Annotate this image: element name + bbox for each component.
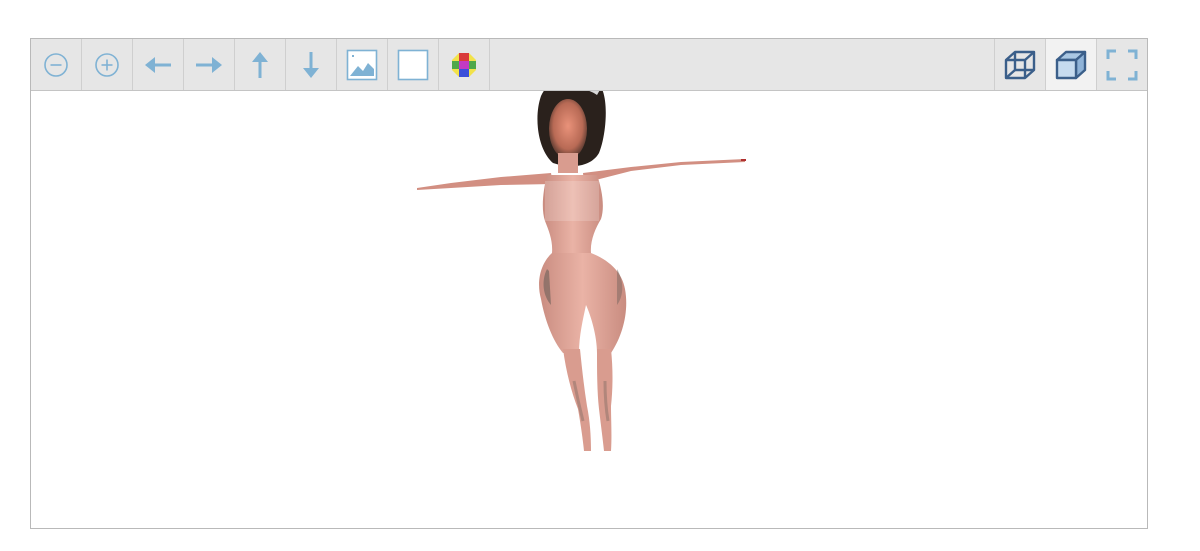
human-model — [417, 91, 746, 451]
solid-cube-icon — [1055, 50, 1087, 79]
pan-left-button[interactable] — [133, 39, 184, 90]
solid-view-button[interactable] — [1045, 39, 1096, 90]
color-cube-icon — [452, 52, 476, 77]
model-hips — [539, 253, 627, 353]
3d-canvas[interactable] — [31, 91, 1147, 528]
pan-up-button[interactable] — [235, 39, 286, 90]
zoom-out-button[interactable] — [31, 39, 82, 90]
toolbar-right-group — [994, 39, 1147, 90]
color-mode-button[interactable] — [439, 39, 490, 90]
model-left-arm — [417, 173, 553, 190]
background-button[interactable] — [388, 39, 439, 90]
model-viewer[interactable] — [30, 38, 1148, 529]
model-right-arm — [583, 159, 745, 183]
pan-down-button[interactable] — [286, 39, 337, 90]
image-snapshot-icon — [346, 49, 378, 80]
zoom-in-button[interactable] — [82, 39, 133, 90]
viewer-toolbar — [31, 39, 1147, 91]
zoom-out-icon — [44, 52, 68, 77]
zoom-in-icon — [95, 52, 119, 77]
wireframe-cube-icon — [1004, 50, 1036, 79]
fullscreen-button[interactable] — [1096, 39, 1147, 90]
background-toggle-icon — [397, 49, 429, 80]
toolbar-left-group — [31, 39, 490, 90]
wireframe-view-button[interactable] — [994, 39, 1045, 90]
pan-left-icon — [145, 56, 171, 73]
snapshot-button[interactable] — [337, 39, 388, 90]
pan-right-button[interactable] — [184, 39, 235, 90]
fullscreen-icon — [1106, 49, 1138, 80]
pan-down-icon — [303, 51, 319, 78]
pan-up-icon — [252, 51, 268, 78]
pan-right-icon — [196, 56, 222, 73]
model-face — [549, 99, 587, 159]
